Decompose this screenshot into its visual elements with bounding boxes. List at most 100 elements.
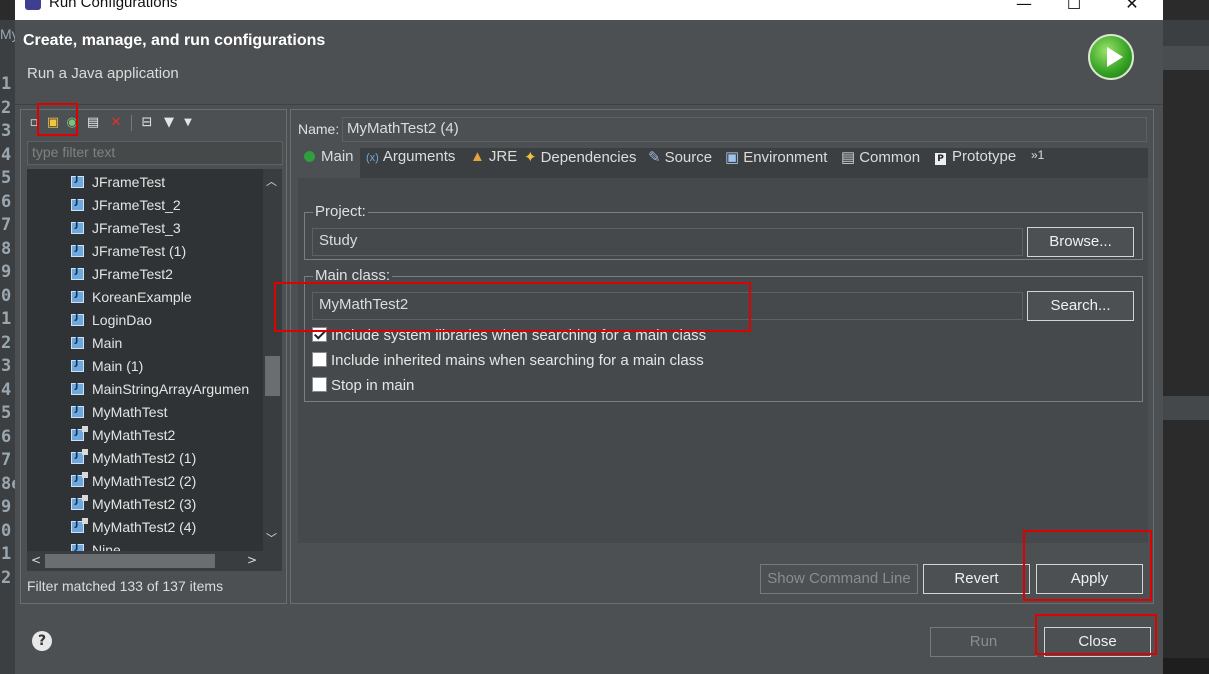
scroll-down-icon[interactable]: ﹀: [266, 530, 277, 546]
java-application-icon: [71, 220, 84, 234]
ide-line-number: 6: [1, 426, 12, 447]
ide-line-number: 1: [1, 309, 12, 329]
more-tabs-icon[interactable]: »1: [1031, 148, 1044, 178]
java-application-icon: [71, 518, 88, 533]
tab-source[interactable]: ✎ Source: [648, 148, 712, 178]
tree-item[interactable]: MyMathTest2: [71, 426, 175, 449]
java-application-icon: [71, 542, 84, 551]
tab-common[interactable]: ▤ Common: [841, 148, 920, 178]
tab-main[interactable]: Main: [298, 148, 360, 178]
tree-item-label: MyMathTest2 (4): [92, 519, 197, 535]
ide-line-number: 2: [1, 567, 12, 588]
run-button[interactable]: Run: [930, 627, 1037, 657]
ide-toolbar-fragment-2: [1163, 46, 1209, 70]
duplicate-icon[interactable]: ▤: [84, 114, 102, 132]
tree-item-label: JFrameTest_2: [92, 197, 181, 213]
tree-item-label: JFrameTest_3: [92, 220, 181, 236]
main-tab-content: Project: Study Browse... Main class: MyM…: [298, 178, 1148, 543]
tree-item[interactable]: JFrameTest_3: [71, 220, 181, 242]
browse-button[interactable]: Browse...: [1027, 227, 1134, 257]
include-inherited-mains-checkbox[interactable]: Include inherited mains when searching f…: [312, 352, 704, 369]
search-button[interactable]: Search...: [1027, 291, 1134, 321]
tree-item-label: Main: [92, 335, 123, 351]
run-banner-icon: [1088, 34, 1134, 80]
minimize-icon[interactable]: —: [1001, 0, 1047, 20]
checkbox-unchecked-icon[interactable]: [312, 352, 327, 367]
ide-line-number: 4: [1, 144, 12, 165]
tab-prototype[interactable]: P Prototype: [935, 148, 1016, 178]
tree-item-label: JFrameTest2: [92, 266, 173, 282]
java-application-icon: [71, 335, 84, 349]
java-application-icon: [71, 197, 84, 211]
filter-input[interactable]: type filter text: [27, 141, 283, 165]
project-field[interactable]: Study: [312, 228, 1023, 256]
collapse-all-icon[interactable]: ⊟: [138, 114, 156, 132]
ide-line-number: 6: [1, 191, 12, 212]
revert-button[interactable]: Revert: [923, 564, 1030, 594]
scroll-left-icon[interactable]: <: [31, 553, 41, 567]
toolbar-separator: [131, 115, 132, 131]
tree-item-label: Main (1): [92, 358, 144, 374]
ide-line-number: 3: [1, 356, 12, 376]
tab-environment[interactable]: ▣ Environment: [725, 148, 827, 178]
java-application-icon: [71, 381, 84, 395]
ide-editor-area: [1163, 0, 1209, 674]
tree-horizontal-scroll-thumb[interactable]: [45, 554, 215, 568]
tree-item[interactable]: LoginDao: [71, 312, 152, 334]
checkbox-unchecked-icon[interactable]: [312, 377, 327, 392]
tab-arguments[interactable]: (x) Arguments: [366, 148, 455, 178]
stop-in-main-checkbox[interactable]: Stop in main: [312, 377, 414, 394]
environment-tab-icon: ▣: [725, 149, 740, 166]
tree-vertical-scroll-thumb[interactable]: [265, 356, 280, 396]
tree-item[interactable]: MyMathTest2 (4): [71, 518, 197, 541]
tree-item[interactable]: MainStringArrayArgumen: [71, 381, 249, 403]
annotation-highlight-checkbox: [274, 282, 751, 332]
ide-line-number: 3: [1, 121, 12, 141]
ide-highlight-line: [1163, 396, 1209, 420]
name-field[interactable]: MyMathTest2 (4): [342, 117, 1147, 142]
tree-item[interactable]: Nine: [71, 542, 121, 551]
scroll-up-icon[interactable]: ︿: [266, 173, 277, 189]
tab-jre[interactable]: ▲ JRE: [470, 148, 517, 178]
tree-item[interactable]: Main: [71, 335, 122, 357]
tree-item[interactable]: MyMathTest2 (3): [71, 495, 196, 518]
tree-item-label: KoreanExample: [92, 289, 192, 305]
java-application-icon: [71, 266, 84, 280]
scroll-right-icon[interactable]: >: [247, 553, 257, 567]
filter-icon[interactable]: ▼: [160, 114, 178, 132]
tree-item-label: Nine: [92, 542, 121, 551]
ide-line-number: 7: [1, 215, 12, 235]
java-application-icon: [71, 243, 84, 257]
show-command-line-button[interactable]: Show Command Line: [760, 564, 918, 594]
configuration-tree: JFrameTest JFrameTest_2 JFrameTest_3 JFrame…: [27, 169, 282, 551]
tree-item[interactable]: JFrameTest2: [71, 266, 173, 288]
common-tab-icon: ▤: [841, 149, 856, 166]
project-label: Project:: [313, 203, 368, 220]
tree-item[interactable]: JFrameTest_2: [71, 197, 181, 219]
tree-item[interactable]: JFrameTest: [71, 174, 165, 196]
filter-status: Filter matched 133 of 137 items: [27, 578, 224, 594]
maximize-icon[interactable]: ☐: [1051, 0, 1097, 20]
tree-item-label: JFrameTest: [92, 174, 166, 190]
name-label: Name:: [298, 121, 340, 137]
tree-item[interactable]: JFrameTest (1): [71, 243, 186, 265]
run-configurations-dialog: Create, manage, and run configurations R…: [15, 20, 1163, 674]
tree-item-label: MyMathTest2 (2): [92, 473, 197, 489]
close-icon[interactable]: ✕: [1109, 0, 1155, 20]
delete-icon[interactable]: ✕: [107, 114, 125, 132]
main-tab-icon: [304, 151, 315, 162]
tab-dependencies[interactable]: ✦ Dependencies: [524, 148, 636, 178]
ide-line-number: 2: [1, 332, 12, 353]
ide-line-number: 1: [1, 74, 12, 94]
tree-item[interactable]: Main (1): [71, 358, 143, 380]
prototype-tab-icon: P: [935, 153, 946, 165]
help-icon[interactable]: ?: [32, 631, 52, 651]
dropdown-arrow-icon[interactable]: ▼: [179, 114, 197, 132]
tree-item[interactable]: MyMathTest2 (2): [71, 472, 197, 495]
tree-item[interactable]: MyMathTest: [71, 404, 167, 426]
ide-line-number: 8: [1, 238, 12, 259]
tree-item[interactable]: KoreanExample: [71, 289, 192, 311]
project-group: Project: Study Browse...: [304, 203, 1143, 260]
tree-item[interactable]: MyMathTest2 (1): [71, 449, 196, 472]
tree-item-label: MainStringArrayArgumen: [92, 381, 250, 397]
